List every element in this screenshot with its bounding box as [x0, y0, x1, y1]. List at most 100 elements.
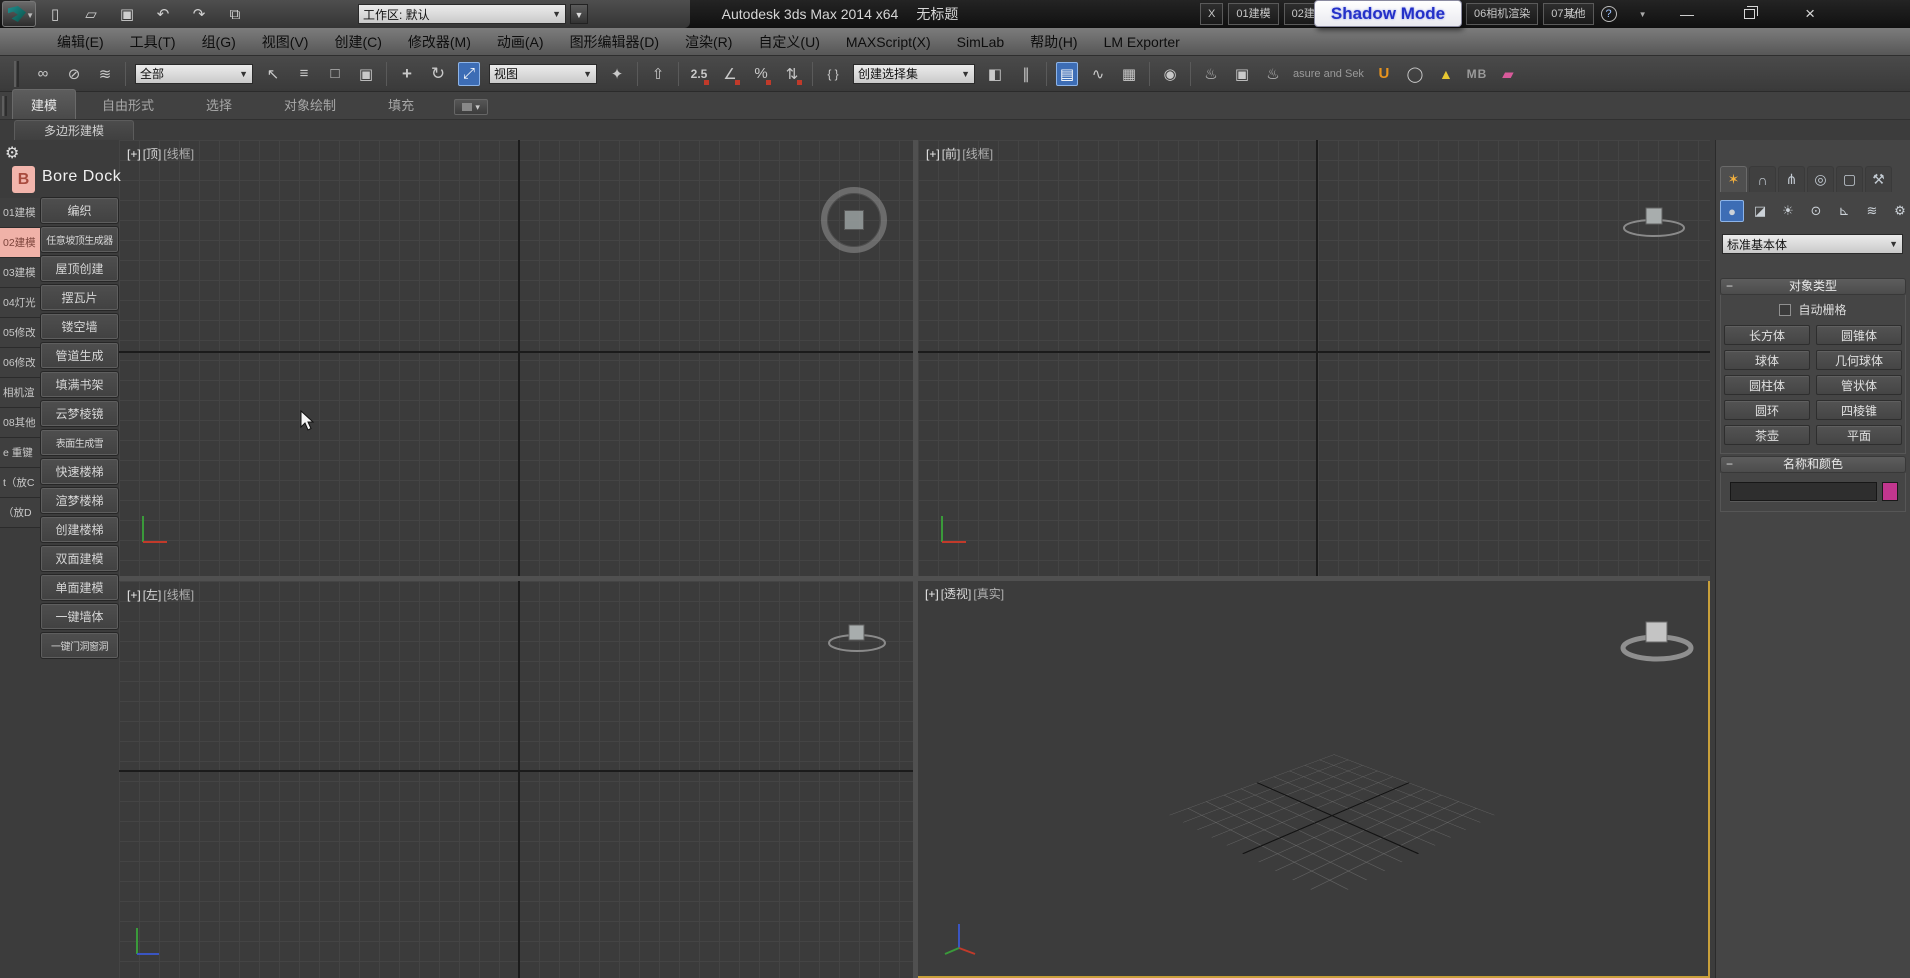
snap-toggle-icon[interactable]: 2.5 [688, 62, 710, 86]
object-cube[interactable] [844, 210, 864, 230]
menu-animation[interactable]: 动画(A) [484, 32, 557, 52]
menu-graph-editors[interactable]: 图形编辑器(D) [557, 32, 672, 52]
unlink-selection-icon[interactable]: ⊘ [63, 62, 85, 86]
systems-icon[interactable]: ⚙ [1888, 200, 1910, 222]
menu-maxscript[interactable]: MAXScript(X) [833, 34, 944, 50]
viewport-splitter-vertical[interactable] [913, 140, 918, 978]
create-tab[interactable]: ✶ [1720, 166, 1747, 192]
viewport-perspective-label[interactable]: [+][透视][真实] [925, 585, 1004, 602]
space-warps-icon[interactable]: ≋ [1860, 200, 1884, 222]
motion-tab[interactable]: ◎ [1807, 166, 1834, 192]
window-crossing-icon[interactable]: ▣ [355, 62, 377, 86]
viewport-name[interactable]: [左] [143, 588, 162, 602]
dock-button-any-slope-roof[interactable]: 任意坡顶生成器 [41, 227, 118, 252]
redo-icon[interactable]: ↷ [188, 5, 210, 23]
object-type-header[interactable]: −对象类型 [1720, 278, 1906, 295]
tab-selection[interactable]: 选择 [180, 90, 258, 119]
save-file-icon[interactable]: ▣ [116, 5, 138, 23]
select-and-rotate-icon[interactable]: ↻ [427, 62, 449, 86]
render-production-icon[interactable]: ♨ [1262, 62, 1284, 86]
dock-button-double-side-model[interactable]: 双面建模 [41, 546, 118, 571]
named-selection-dropdown[interactable]: 创建选择集▼ [853, 64, 975, 84]
plugin-warning-icon[interactable]: ▲ [1435, 62, 1457, 86]
display-tab[interactable]: ▢ [1836, 166, 1863, 192]
selection-filter-dropdown[interactable]: 全部▼ [135, 64, 253, 84]
taskbar-06-camera-render-button[interactable]: 06相机渲染 [1466, 3, 1538, 25]
viewport-perspective[interactable]: [+][透视][真实] [915, 578, 1710, 978]
plugin-ring-icon[interactable]: ◯ [1404, 62, 1426, 86]
menu-views[interactable]: 视图(V) [249, 32, 322, 52]
menu-modifiers[interactable]: 修改器(M) [395, 32, 484, 52]
dock-button-yunmeng-prism[interactable]: 云梦棱镜 [41, 401, 118, 426]
toolbar-grip[interactable] [14, 61, 19, 87]
helpers-icon[interactable]: ⊾ [1832, 200, 1856, 222]
object-gizmo[interactable] [821, 615, 893, 661]
percent-snap-icon[interactable]: % [750, 62, 772, 86]
rectangular-selection-icon[interactable]: □ [324, 62, 346, 86]
dock-button-roof-create[interactable]: 屋顶创建 [41, 256, 118, 281]
primitive-category-dropdown[interactable]: 标准基本体▼ [1722, 234, 1903, 254]
menu-help[interactable]: 帮助(H) [1017, 32, 1090, 52]
help-icon[interactable]: ? [1601, 6, 1617, 22]
dock-tab-03-modeling[interactable]: 03建模 [0, 258, 40, 288]
schematic-view-icon[interactable]: ▦ [1118, 62, 1140, 86]
workspace-selector[interactable]: 工作区: 默认▼ [358, 4, 566, 24]
edit-named-sets-icon[interactable]: { } [822, 62, 844, 86]
plane-button[interactable]: 平面 [1816, 425, 1902, 445]
dock-tab-02-modeling[interactable]: 02建模 [0, 228, 40, 258]
dock-button-quick-stairs[interactable]: 快速楼梯 [41, 459, 118, 484]
project-folder-icon[interactable]: ⧉ [224, 6, 246, 23]
torus-button[interactable]: 圆环 [1724, 400, 1810, 420]
render-setup-icon[interactable]: ♨ [1200, 62, 1222, 86]
dock-tab-05-modify[interactable]: 05修改 [0, 318, 40, 348]
viewport-name[interactable]: [前] [942, 147, 961, 161]
select-by-name-icon[interactable]: ≡ [293, 62, 315, 86]
polygon-modeling-panel[interactable]: 多边形建模 [14, 120, 134, 140]
ribbon-grip[interactable] [2, 96, 7, 116]
menu-create[interactable]: 创建(C) [321, 32, 394, 52]
menu-lm-exporter[interactable]: LM Exporter [1091, 34, 1193, 50]
viewport-shading[interactable]: [线框] [163, 588, 194, 602]
viewport-top[interactable]: [+][顶][线框] [119, 140, 913, 576]
reference-coordinate-dropdown[interactable]: 视图▼ [489, 64, 597, 84]
select-and-move-icon[interactable]: + [396, 62, 418, 86]
viewport-menu[interactable]: [+] [925, 587, 939, 601]
plugin-mb-icon[interactable]: MB [1466, 62, 1488, 86]
dock-button-surface-snow[interactable]: 表面生成雪 [41, 430, 118, 455]
dock-button-fill-bookshelf[interactable]: 填满书架 [41, 372, 118, 397]
lights-icon[interactable]: ☀ [1776, 200, 1800, 222]
spinner-snap-icon[interactable]: ⇅ [781, 62, 803, 86]
viewport-left[interactable]: [+][左][线框] [119, 581, 913, 978]
undo-icon[interactable]: ↶ [152, 5, 174, 23]
dock-button-pipe-generate[interactable]: 管道生成 [41, 343, 118, 368]
chevron-down-icon[interactable]: ▼ [1639, 10, 1647, 19]
dock-tab-c-drive[interactable]: t（放C [0, 468, 40, 498]
dock-tab-01-modeling[interactable]: 01建模 [0, 198, 40, 228]
plugin-u-icon[interactable]: U [1373, 62, 1395, 86]
cameras-icon[interactable]: ⊙ [1804, 200, 1828, 222]
viewport-top-label[interactable]: [+][顶][线框] [127, 145, 194, 162]
dock-button-single-side-model[interactable]: 单面建模 [41, 575, 118, 600]
select-and-manipulate-icon[interactable]: ✦ [606, 62, 628, 86]
mirror-icon[interactable]: ◧ [984, 62, 1006, 86]
material-editor-icon[interactable]: ◉ [1159, 62, 1181, 86]
viewport-menu[interactable]: [+] [127, 588, 141, 602]
dock-tab-06-modify[interactable]: 06修改 [0, 348, 40, 378]
hierarchy-tab[interactable]: ⋔ [1778, 166, 1805, 192]
select-and-scale-icon[interactable]: ⤢ [458, 62, 480, 86]
dock-button-one-key-openings[interactable]: 一键门洞窗洞 [41, 633, 118, 658]
rendered-frame-icon[interactable]: ▣ [1231, 62, 1253, 86]
bind-to-space-warp-icon[interactable]: ≋ [94, 62, 116, 86]
name-color-header[interactable]: −名称和颜色 [1720, 456, 1906, 473]
layer-manager-icon[interactable]: ▤ [1056, 62, 1078, 86]
viewport-left-label[interactable]: [+][左][线框] [127, 586, 194, 603]
geometry-icon[interactable]: ● [1720, 200, 1744, 222]
keyboard-override-icon[interactable]: ⇧ [647, 62, 669, 86]
menu-simlab[interactable]: SimLab [944, 34, 1017, 50]
select-object-icon[interactable]: ↖ [262, 62, 284, 86]
dock-button-xuanmeng-stairs[interactable]: 渲梦楼梯 [41, 488, 118, 513]
menu-tools[interactable]: 工具(T) [117, 32, 189, 52]
teapot-button[interactable]: 茶壶 [1724, 425, 1810, 445]
viewport-name[interactable]: [顶] [143, 147, 162, 161]
object-name-input[interactable] [1730, 482, 1877, 501]
